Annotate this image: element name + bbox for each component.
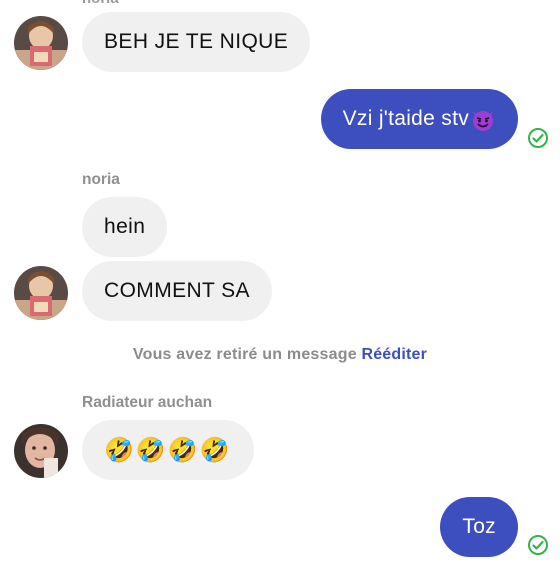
rolling-laughing-emoji-icon: 🤣🤣🤣🤣 [104,436,232,464]
sender-name: Radiateur auchan [82,394,213,411]
smiling-devil-emoji-icon [470,106,496,132]
message-incoming[interactable]: 🤣🤣🤣🤣 [82,420,254,480]
reedit-link[interactable]: Rééditer [361,346,427,363]
message-text: hein [104,215,146,238]
message-outgoing[interactable]: Toz [440,497,518,557]
message-incoming[interactable]: hein [82,197,168,257]
read-receipt-check-circle-icon [527,534,549,556]
avatar-radiateur-auchan[interactable] [14,424,68,478]
avatar-noria[interactable] [14,16,68,70]
message-text: Toz [462,515,496,538]
sender-name: noria [82,171,120,188]
unsent-message-notice: Vous avez retiré un message Rééditer [0,346,560,364]
message-incoming[interactable]: BEH JE TE NIQUE [82,12,311,72]
message-text: COMMENT SA [104,279,250,302]
message-text: BEH JE TE NIQUE [104,30,289,53]
read-receipt-check-circle-icon [527,127,549,149]
avatar-noria[interactable] [14,266,68,320]
sender-name-partial: noria [82,0,119,7]
message-text: Vzi j'taide stv [342,107,469,130]
notice-text: Vous avez retiré un message [132,346,357,363]
message-incoming[interactable]: COMMENT SA [82,261,272,321]
message-outgoing[interactable]: Vzi j'taide stv [320,89,518,149]
